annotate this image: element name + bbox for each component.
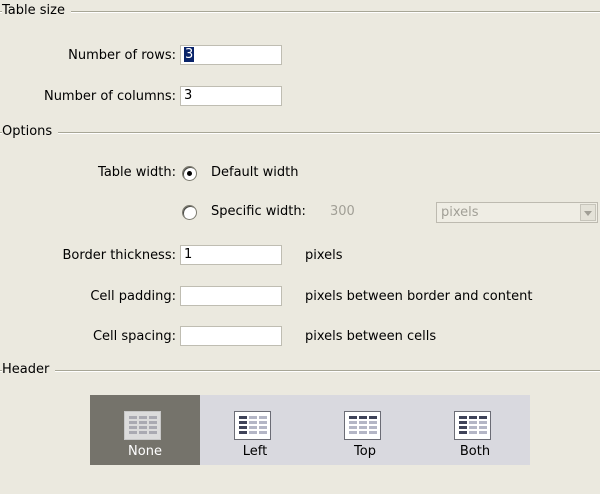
header-both-button[interactable]: Both	[420, 395, 530, 465]
header-top-label: Top	[354, 444, 376, 459]
cell-padding-units-label: pixels between border and content	[305, 289, 533, 304]
table-grid-icon	[234, 411, 271, 440]
options-section: Options	[0, 123, 600, 141]
chevron-down-icon[interactable]	[580, 204, 596, 221]
table-width-label: Table width:	[98, 165, 176, 180]
header-none-button[interactable]: None	[90, 395, 200, 465]
header-left-label: Left	[242, 444, 268, 459]
header-both-label: Both	[459, 444, 491, 459]
options-title: Options	[2, 123, 59, 141]
specific-width-label[interactable]: Specific width:	[211, 203, 306, 221]
header-top-button[interactable]: Top	[310, 395, 420, 465]
default-width-radio[interactable]	[182, 166, 197, 181]
cell-spacing-label: Cell spacing:	[92, 329, 176, 344]
cell-padding-input[interactable]	[180, 286, 282, 306]
rows-value: 3	[184, 47, 195, 62]
rows-label: Number of rows:	[68, 48, 176, 63]
columns-label: Number of columns:	[43, 89, 176, 104]
header-none-label: None	[128, 444, 162, 459]
specific-width-radio[interactable]	[182, 205, 197, 220]
border-thickness-input[interactable]: 1	[180, 245, 282, 265]
width-units-value: pixels	[441, 205, 479, 220]
radio-dot	[187, 171, 192, 176]
section-divider	[0, 132, 600, 134]
cell-padding-label: Cell padding:	[90, 289, 176, 304]
section-divider	[0, 370, 600, 372]
border-thickness-label: Border thickness:	[62, 248, 176, 263]
width-units-select[interactable]: pixels	[436, 202, 598, 223]
cell-spacing-units-label: pixels between cells	[305, 329, 437, 344]
header-title: Header	[2, 361, 56, 379]
rows-input[interactable]: 3	[180, 45, 282, 65]
table-grid-icon	[124, 411, 161, 440]
table-size-section: Table size	[0, 2, 600, 20]
table-grid-icon	[344, 411, 381, 440]
cell-spacing-input[interactable]	[180, 326, 282, 346]
section-divider	[0, 11, 600, 13]
table-size-title: Table size	[2, 2, 71, 20]
specific-width-value[interactable]: 300	[330, 203, 355, 221]
border-units-label: pixels	[305, 248, 343, 263]
default-width-label[interactable]: Default width	[211, 164, 298, 182]
table-grid-icon	[454, 411, 491, 440]
header-left-button[interactable]: Left	[200, 395, 310, 465]
header-section: Header	[0, 361, 600, 379]
columns-input[interactable]: 3	[180, 86, 282, 106]
